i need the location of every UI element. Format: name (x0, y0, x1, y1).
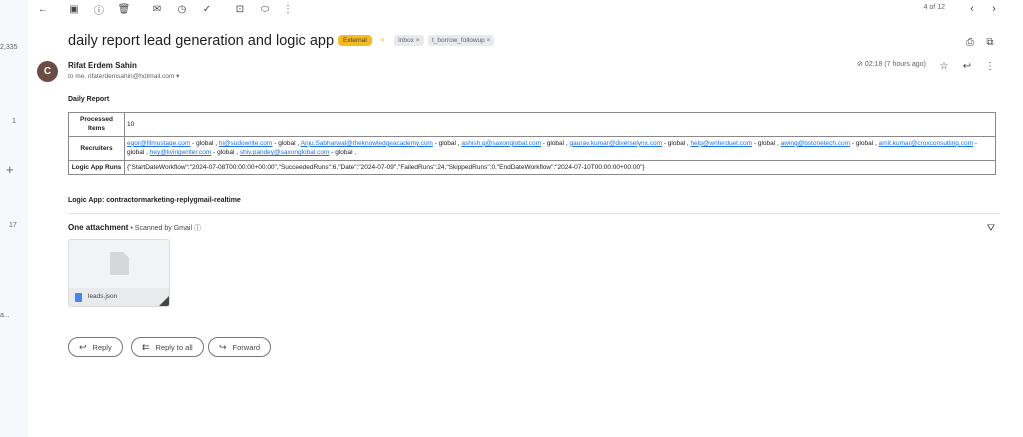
importance-marker-icon[interactable]: » (380, 35, 384, 44)
plus-icon[interactable]: + (6, 162, 14, 177)
scan-notice: • Scanned by Gmail ⓘ (128, 225, 201, 232)
recruiter-email-link[interactable]: egor@filmustage.com (127, 140, 190, 147)
recipient-details[interactable]: to me, rifaterdemsahin@hotmail.com ▾ (68, 72, 179, 80)
rail-count: 2,335 (0, 44, 18, 51)
report-spam-icon[interactable]: ⓘ (92, 2, 106, 17)
pagination-text: 4 of 12 (923, 4, 945, 11)
avatar[interactable]: C (37, 61, 58, 82)
reply-all-label: Reply to all (155, 342, 193, 352)
attachment-count: One attachment (68, 223, 129, 232)
table-row: Recruiters egor@filmustage.com - global … (68, 135, 996, 161)
forward-label: Forward (232, 342, 261, 352)
attachment-card[interactable]: leads.json (68, 239, 170, 307)
chevron-left-icon[interactable]: ‹ (965, 2, 979, 16)
email-view: ← ▣ ⓘ 🗑 ✉ ◷ ✓ ⊡ ⬭ ⋮ 4 of 12 ‹ › daily re… (28, 0, 1023, 437)
recruiter-email-link[interactable]: amit.kumar@croxconsulting.com (879, 140, 973, 147)
add-task-icon[interactable]: ✓ (200, 2, 214, 16)
reply-label: Reply (92, 342, 112, 352)
attachments-heading: One attachment • Scanned by Gmail ⓘ (68, 223, 201, 233)
recruiter-email-link[interactable]: help@writerduet.com (691, 140, 753, 147)
snooze-icon[interactable]: ◷ (175, 2, 189, 16)
left-rail: 2,335 1 + 17 a... (0, 0, 28, 437)
forward-button[interactable]: ↪ Forward (208, 337, 272, 357)
reply-all-icon: ⇇ (142, 341, 150, 352)
row-header: Recruiters (68, 135, 125, 161)
logic-app-name: Logic App: contractormarketing-replygmai… (68, 197, 241, 204)
reply-icon[interactable]: ↩ (960, 59, 974, 73)
recruiter-region: - global , (540, 139, 570, 147)
recruiter-email-link[interactable]: hi@sudowrite.com (219, 140, 273, 147)
recruiter-email-link[interactable]: hey@livingwriter.com (150, 149, 212, 156)
rail-count: 17 (9, 222, 17, 229)
recruiters-cell: egor@filmustage.com - global , hi@sudowr… (124, 135, 996, 161)
add-to-drive-icon[interactable]: ⛛ (984, 221, 998, 235)
row-header: Processed Items (68, 112, 125, 137)
reply-button[interactable]: ↩ Reply (68, 337, 123, 357)
move-to-icon[interactable]: ⊡ (233, 2, 247, 16)
page-corner-icon (159, 294, 169, 306)
chevron-right-icon[interactable]: › (987, 2, 1001, 16)
attachment-filename: leads.json (88, 293, 118, 300)
processed-value: 10 (124, 112, 996, 137)
mark-unread-icon[interactable]: ✉ (150, 2, 164, 16)
email-subject: daily report lead generation and logic a… (68, 33, 367, 49)
document-icon (75, 293, 82, 302)
label-icon[interactable]: ⬭ (258, 2, 272, 16)
recruiter-region: - global , (850, 139, 879, 147)
attachment-clip-icon: ⊘ (857, 61, 863, 68)
timestamp: 02:18 (7 hours ago) (864, 61, 926, 68)
label-chip-followup[interactable]: t_borrow_followup × (428, 35, 495, 46)
external-badge: External (338, 35, 372, 46)
rail-count: 1 (12, 118, 16, 125)
message-time: ⊘ 02:18 (7 hours ago) (857, 60, 926, 68)
more-vert-icon[interactable]: ⋮ (983, 59, 997, 73)
rail-truncated-label: a... (0, 312, 10, 319)
reply-all-button[interactable]: ⇇ Reply to all (131, 337, 204, 357)
recruiter-email-link[interactable]: Anju.Sabharwal@theknowledgeacademy.com (301, 140, 433, 147)
table-row: Processed Items 10 (68, 112, 996, 137)
recruiter-email-link[interactable]: ashish.g@saxonglobal.com (461, 140, 541, 147)
recruiter-region: - global , (662, 139, 691, 147)
label-chip-inbox[interactable]: Inbox × (394, 35, 424, 46)
recruiter-region: - global , (432, 139, 462, 147)
toolbar: ← ▣ ⓘ 🗑 ✉ ◷ ✓ ⊡ ⬭ ⋮ 4 of 12 ‹ › (28, 0, 1023, 18)
delete-icon[interactable]: 🗑 (117, 2, 131, 16)
logic-runs-value: {"StartDateWorkflow":"2024-07-08T00:00:0… (124, 159, 996, 176)
body-title: Daily Report (68, 96, 110, 103)
recruiter-region: - global , (190, 139, 219, 147)
recruiter-region: - global , (752, 139, 781, 147)
print-icon[interactable]: ⎙ (963, 35, 977, 49)
row-header: Logic App Runs (68, 159, 125, 176)
table-row: Logic App Runs {"StartDateWorkflow":"202… (68, 159, 996, 176)
recruiter-region: - global , (329, 149, 357, 157)
attachment-footer: leads.json (69, 288, 169, 306)
open-new-window-icon[interactable]: ⧉ (983, 35, 997, 49)
divider (68, 213, 1000, 214)
report-table: Processed Items 10 Recruiters egor@filmu… (68, 112, 996, 176)
star-icon[interactable]: ☆ (937, 59, 951, 73)
recruiter-region: - global , (272, 139, 301, 147)
recruiter-email-link[interactable]: awing@bstonetech.com (781, 140, 850, 147)
back-arrow-icon[interactable]: ← (36, 2, 50, 16)
file-icon (110, 252, 129, 275)
sender-name[interactable]: Rifat Erdem Sahin (68, 61, 137, 70)
forward-icon: ↪ (219, 341, 227, 352)
reply-icon: ↩ (79, 341, 87, 352)
archive-icon[interactable]: ▣ (67, 2, 81, 16)
recruiter-region: - global , (211, 149, 240, 157)
recruiter-email-link[interactable]: gaurav.kumar@diverselynx.com (570, 140, 662, 147)
recruiter-email-link[interactable]: shiv.pandey@saxonglobal.com (240, 149, 330, 156)
more-vert-icon[interactable]: ⋮ (281, 2, 295, 16)
